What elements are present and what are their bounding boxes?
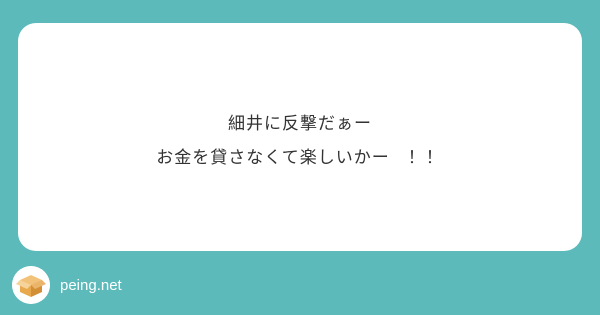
question-line-1: 細井に反撃だぁー xyxy=(228,114,372,134)
site-name[interactable]: peing.net xyxy=(60,277,122,294)
question-line-2: お金を貸さなくて楽しいかー ！！ xyxy=(156,148,444,168)
footer: peing.net xyxy=(12,266,122,304)
question-card: 細井に反撃だぁー お金を貸さなくて楽しいかー ！！ xyxy=(18,23,582,251)
box-icon xyxy=(12,266,50,304)
question-text: 細井に反撃だぁー お金を貸さなくて楽しいかー ！！ xyxy=(156,107,444,175)
